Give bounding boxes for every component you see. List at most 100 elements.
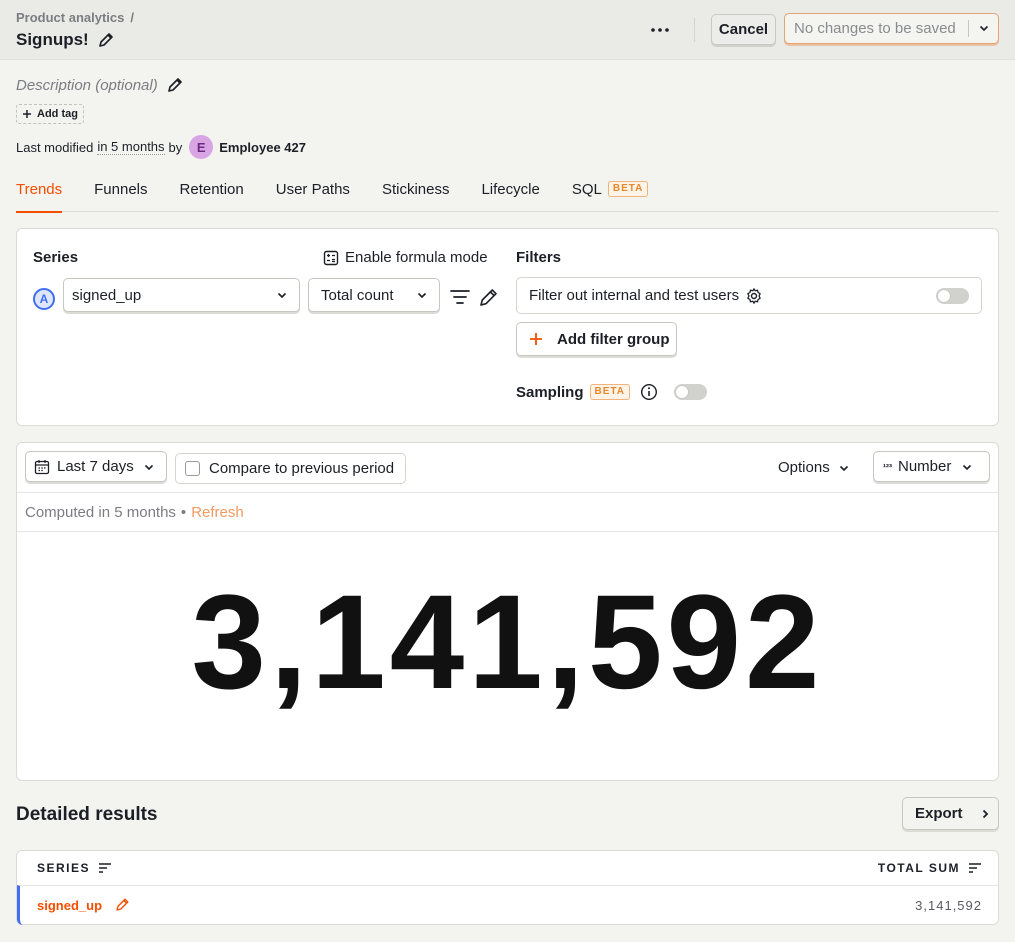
- breadcrumb-separator: /: [130, 10, 134, 25]
- rename-series-pencil-icon[interactable]: [477, 287, 499, 309]
- series-letter-badge: A: [33, 288, 55, 310]
- row-series-link[interactable]: signed_up: [37, 898, 102, 913]
- cancel-button[interactable]: Cancel: [711, 14, 776, 45]
- tab-stickiness-label: Stickiness: [381, 181, 450, 198]
- tab-sql[interactable]: SQL BETA: [572, 172, 649, 212]
- row-series-name: signed_up: [37, 897, 130, 913]
- modified-time: in 5 months: [97, 139, 165, 155]
- save-button-split: [968, 20, 969, 37]
- tab-sql-label: SQL: [571, 181, 602, 198]
- column-header-total-label: TOTAL SUM: [877, 861, 960, 875]
- result-toolbar: Last 7 days Compare to previous period O…: [17, 443, 998, 493]
- filter-internal-users[interactable]: Filter out internal and test users: [516, 277, 982, 314]
- tab-funnels[interactable]: Funnels: [94, 172, 147, 212]
- insight-type-tabs: Trends Funnels Retention User Paths Stic…: [16, 172, 999, 213]
- avatar: E: [189, 135, 214, 159]
- event-select[interactable]: signed_up: [63, 278, 300, 312]
- compare-previous-period[interactable]: Compare to previous period: [175, 453, 406, 484]
- column-header-series-label: SERIES: [37, 861, 91, 875]
- save-dropdown-chevron-down-icon[interactable]: [978, 22, 990, 34]
- header-divider: [694, 18, 695, 42]
- modified-user-name: Employee 427: [219, 139, 306, 155]
- options-label: Options: [778, 459, 830, 476]
- sql-beta-badge: BETA: [607, 181, 649, 197]
- options-button[interactable]: Options: [778, 459, 850, 476]
- big-number-value: 3,141,592: [191, 568, 824, 717]
- add-tag-label: Add tag: [37, 108, 78, 120]
- detailed-results-heading: Detailed results: [16, 804, 158, 825]
- tab-retention-label: Retention: [179, 181, 244, 198]
- column-header-series[interactable]: SERIES: [37, 851, 112, 885]
- display-type-button[interactable]: ¹²³ Number: [873, 451, 990, 482]
- sort-icon: [969, 863, 981, 873]
- plus-icon: [23, 110, 31, 118]
- insight-result-card: Last 7 days Compare to previous period O…: [16, 442, 999, 781]
- number-type-icon: ¹²³: [883, 461, 892, 472]
- plus-icon: [530, 333, 542, 345]
- math-chevron-down-icon: [416, 289, 428, 301]
- add-filter-group-button[interactable]: Add filter group: [516, 322, 677, 356]
- chevron-down-icon: [839, 465, 848, 471]
- tab-stickiness[interactable]: Stickiness: [382, 172, 450, 212]
- edit-title-pencil-icon[interactable]: [97, 31, 115, 49]
- edit-description-pencil-icon[interactable]: [166, 76, 184, 94]
- breadcrumb-product-analytics[interactable]: Product analytics: [16, 10, 124, 25]
- filter-internal-toggle[interactable]: [936, 288, 969, 304]
- compare-checkbox[interactable]: [185, 461, 200, 476]
- tab-lifecycle[interactable]: Lifecycle: [481, 172, 539, 212]
- math-select[interactable]: Total count: [308, 278, 440, 312]
- sampling-beta-badge: BETA: [589, 384, 630, 400]
- series-heading: Series: [33, 249, 79, 266]
- sampling-toggle[interactable]: [674, 384, 707, 400]
- refresh-link[interactable]: Refresh: [191, 504, 244, 521]
- filter-internal-label: Filter out internal and test users: [529, 287, 740, 304]
- tab-user-paths[interactable]: User Paths: [276, 172, 350, 212]
- tab-retention[interactable]: Retention: [180, 172, 244, 212]
- enable-formula-mode-button[interactable]: Enable formula mode: [323, 249, 488, 266]
- display-type-label: Number: [898, 458, 952, 475]
- formula-mode-label: Enable formula mode: [345, 249, 488, 266]
- top-bar: Product analytics / Signups! Cancel No ch…: [0, 0, 1015, 60]
- export-button[interactable]: Export: [902, 797, 999, 830]
- computed-bullet: •: [180, 503, 187, 521]
- tab-funnels-label: Funnels: [94, 181, 148, 198]
- chevron-down-icon: [144, 464, 153, 470]
- date-range-label: Last 7 days: [57, 458, 134, 475]
- tab-user-paths-label: User Paths: [275, 181, 350, 198]
- date-range-button[interactable]: Last 7 days: [25, 451, 167, 482]
- detailed-results-table: SERIES TOTAL SUM signed_up 3,141,592: [16, 850, 999, 925]
- add-tag-button[interactable]: Add tag: [16, 104, 84, 124]
- insight-title-container: Signups!: [16, 30, 115, 50]
- event-select-value: signed_up: [72, 286, 142, 304]
- info-icon[interactable]: [640, 383, 658, 401]
- description-field[interactable]: Description (optional): [16, 76, 184, 94]
- column-header-total-sum[interactable]: TOTAL SUM: [878, 851, 982, 885]
- compare-label: Compare to previous period: [209, 460, 395, 477]
- save-button[interactable]: No changes to be saved: [784, 13, 999, 44]
- sampling-row: Sampling BETA: [516, 383, 707, 401]
- tab-lifecycle-label: Lifecycle: [481, 181, 540, 198]
- chevron-right-icon: [982, 809, 988, 818]
- filters-heading: Filters: [516, 249, 562, 266]
- settings-gear-icon[interactable]: [745, 287, 763, 305]
- more-options-icon[interactable]: [646, 18, 674, 42]
- description-placeholder: Description (optional): [16, 76, 158, 94]
- last-modified: Last modified in 5 months by E Employee …: [16, 135, 306, 159]
- insight-title: Signups!: [16, 30, 89, 49]
- calculator-icon: [323, 250, 339, 265]
- table-row: signed_up 3,141,592: [17, 885, 998, 925]
- modified-prefix: Last modified: [16, 139, 94, 155]
- series-filter-icon[interactable]: [449, 287, 471, 307]
- chevron-down-icon: [963, 464, 972, 470]
- edit-row-pencil-icon[interactable]: [114, 897, 130, 913]
- tab-trends[interactable]: Trends: [16, 172, 63, 213]
- tab-trends-label: Trends: [16, 181, 63, 198]
- modified-by: by: [168, 139, 183, 155]
- event-chevron-down-icon: [276, 289, 288, 301]
- export-label: Export: [915, 805, 963, 822]
- save-button-label: No changes to be saved: [794, 20, 956, 37]
- computed-text: Computed in 5 months: [25, 503, 176, 521]
- sort-icon: [99, 863, 112, 873]
- query-editor-card: Series Enable formula mode A signed_up T…: [16, 228, 999, 426]
- row-total-value: 3,141,592: [915, 898, 982, 913]
